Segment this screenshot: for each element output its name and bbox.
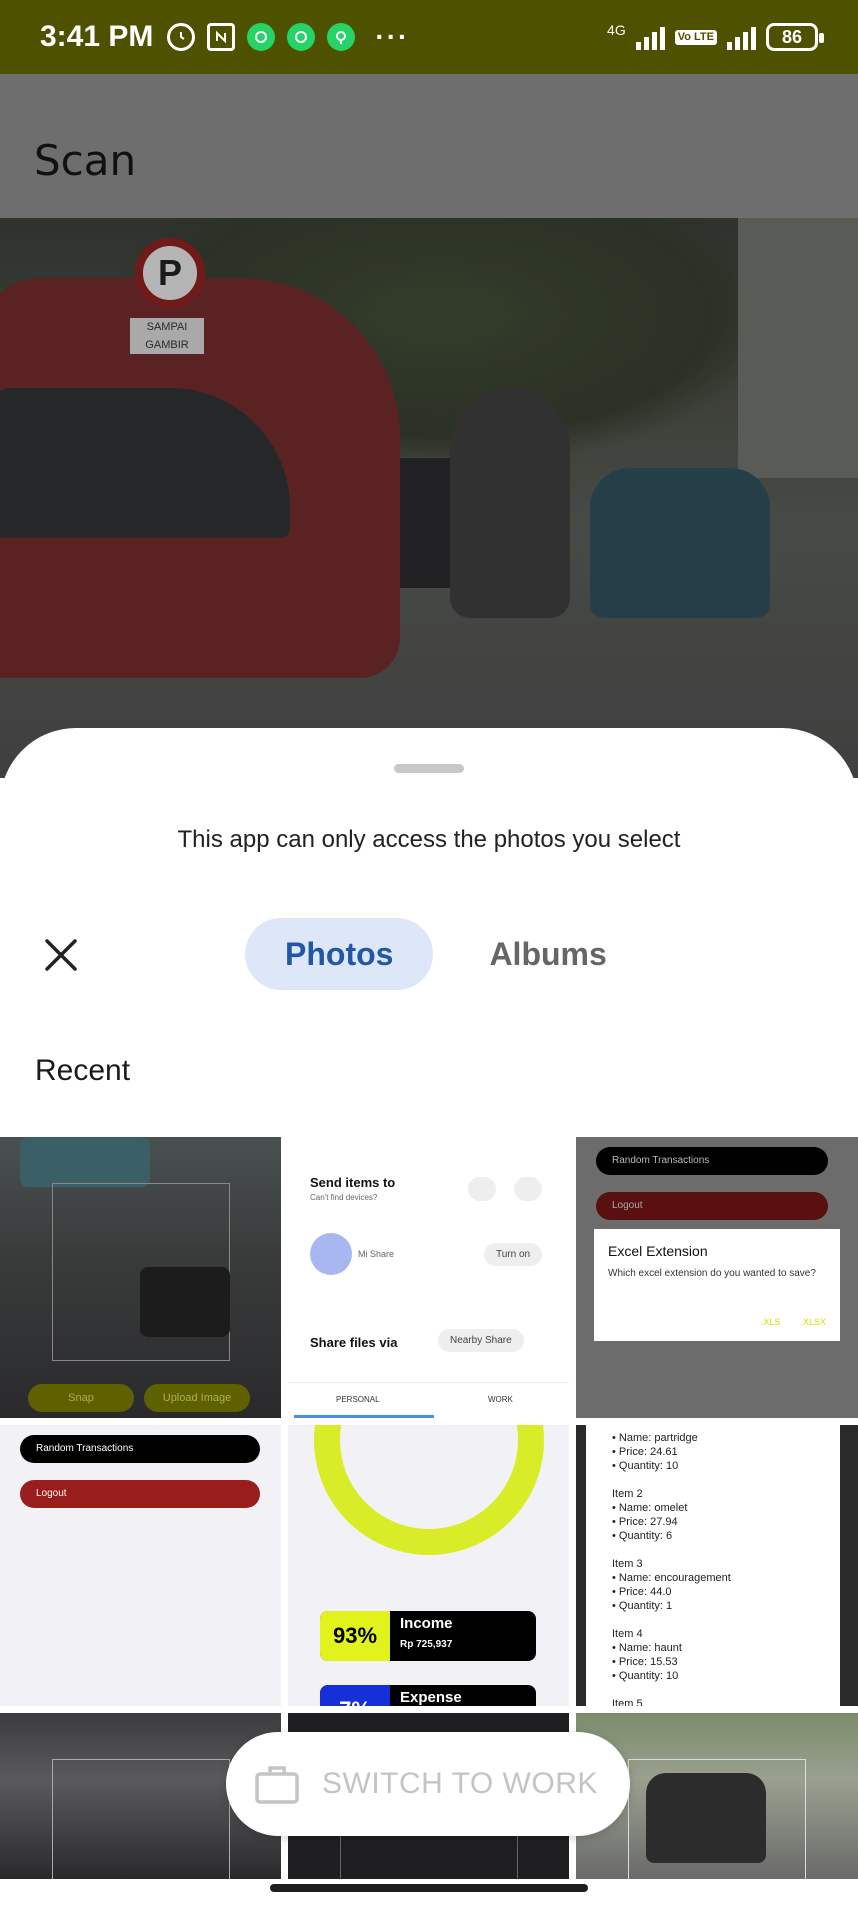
tab-albums[interactable]: Albums xyxy=(449,918,646,990)
thumb-dialog-message: Which excel extension do you wanted to s… xyxy=(608,1268,816,1279)
thumb-send-title: Send items to xyxy=(310,1175,396,1190)
system-icons: 4G Vo LTE 86 xyxy=(607,22,824,51)
thumb-dashboard-vent xyxy=(140,1267,230,1337)
thumb-scan-frame xyxy=(52,1759,230,1879)
page-title: Scan xyxy=(34,136,137,185)
photo-thumbnail[interactable]: • Name: partridge • Price: 24.61 • Quant… xyxy=(576,1425,858,1706)
photo-thumbnail[interactable]: Snap Upload Image xyxy=(0,1137,281,1418)
thumb-opt-xlsx: .XLSX xyxy=(800,1317,826,1327)
status-time: 3:41 PM xyxy=(40,20,154,53)
thumb-opt-xls: .XLS xyxy=(760,1317,781,1327)
thumb-monitor-icon xyxy=(514,1177,542,1201)
thumb-tab-personal: PERSONAL xyxy=(336,1395,380,1404)
thumb-buttons: Snap Upload Image xyxy=(28,1384,250,1412)
photo-thumbnail[interactable]: 93% Income Rp 725,937 7% Expense xyxy=(288,1425,569,1706)
notification-icons: ··· xyxy=(167,21,409,53)
thumb-dialog-options: .XLS .XLSX xyxy=(761,1317,826,1327)
photo-thumbnail[interactable]: Random Transactions Logout xyxy=(0,1425,281,1706)
thumb-scan-frame xyxy=(628,1759,806,1879)
thumb-expense-pct: 7% xyxy=(320,1685,390,1706)
thumb-edge xyxy=(840,1425,858,1706)
photo-picker-sheet: This app can only access the photos you … xyxy=(0,728,858,1907)
thumb-car xyxy=(20,1137,150,1187)
thumb-expense-card: 7% Expense xyxy=(320,1685,536,1706)
close-button[interactable] xyxy=(36,930,86,980)
thumb-item-list: • Name: partridge • Price: 24.61 • Quant… xyxy=(612,1432,731,1706)
network-type: 4G xyxy=(607,22,626,38)
volte-icon: Vo LTE xyxy=(674,29,717,45)
switch-to-work-label: SWITCH TO WORK xyxy=(322,1767,598,1800)
photo-thumbnail[interactable]: Random Transactions Logout Excel Extensi… xyxy=(576,1137,858,1418)
thumb-donut-ring xyxy=(314,1425,544,1555)
camera-dim-overlay xyxy=(0,218,858,778)
alarm-icon xyxy=(167,23,196,51)
battery-icon: 86 xyxy=(766,23,824,51)
thumb-random-btn: Random Transactions xyxy=(596,1147,828,1175)
nfc-icon xyxy=(207,23,236,51)
section-title: Recent xyxy=(35,1054,131,1087)
tab-photos[interactable]: Photos xyxy=(245,918,434,990)
access-notice: This app can only access the photos you … xyxy=(177,826,681,853)
thumb-logout-btn: Logout xyxy=(596,1192,828,1220)
thumb-expense-label: Expense xyxy=(400,1689,462,1706)
thumb-profile-tabs: PERSONAL WORK xyxy=(288,1382,569,1418)
thumb-share-files: Share files via xyxy=(310,1335,398,1350)
switch-to-work-button[interactable]: SWITCH TO WORK xyxy=(226,1732,630,1836)
app-header: Scan xyxy=(0,74,858,218)
thumb-income-card: 93% Income Rp 725,937 xyxy=(320,1611,536,1661)
thumb-edge xyxy=(576,1425,586,1706)
thumb-nearby-share: Nearby Share xyxy=(438,1329,524,1352)
location-pin-icon xyxy=(327,23,356,51)
thumb-income-pct: 93% xyxy=(320,1611,390,1661)
thumb-tab-underline xyxy=(294,1415,434,1418)
thumb-send-sub: Can't find devices? xyxy=(310,1193,378,1202)
status-bar: 3:41 PM ··· 4G Vo LTE 86 xyxy=(0,0,858,74)
close-icon xyxy=(45,939,77,971)
thumb-turn-on: Turn on xyxy=(484,1243,543,1266)
signal-icon xyxy=(635,24,665,50)
thumb-upload-label: Upload Image xyxy=(144,1384,250,1412)
photo-thumbnail[interactable]: Send items to Can't find devices? Mi Sha… xyxy=(288,1137,569,1418)
camera-preview: P SAMPAI GAMBIR xyxy=(0,218,858,778)
drag-handle[interactable] xyxy=(394,764,464,773)
thumb-random-btn: Random Transactions xyxy=(20,1435,260,1463)
thumb-logout-btn: Logout xyxy=(20,1480,260,1508)
whatsapp-icon xyxy=(247,23,276,51)
picker-tabs: Photos Albums xyxy=(245,918,647,990)
thumb-income-amount: Rp 725,937 xyxy=(400,1639,453,1650)
thumb-mi-share-icon xyxy=(310,1233,352,1275)
whatsapp-icon xyxy=(287,23,316,51)
briefcase-icon xyxy=(255,1766,299,1804)
signal-icon xyxy=(727,24,756,50)
thumb-dialog: Excel Extension Which excel extension do… xyxy=(594,1229,840,1341)
thumb-dialog-title: Excel Extension xyxy=(608,1243,708,1259)
thumb-tab-work: WORK xyxy=(488,1395,513,1404)
thumb-mi-share-label: Mi Share xyxy=(358,1249,395,1259)
thumb-print-icon xyxy=(468,1177,496,1201)
gesture-nav-bar[interactable] xyxy=(270,1884,588,1892)
more-notifications-icon: ··· xyxy=(375,21,410,52)
thumb-income-label: Income xyxy=(400,1615,453,1632)
thumb-snap-label: Snap xyxy=(28,1384,134,1412)
